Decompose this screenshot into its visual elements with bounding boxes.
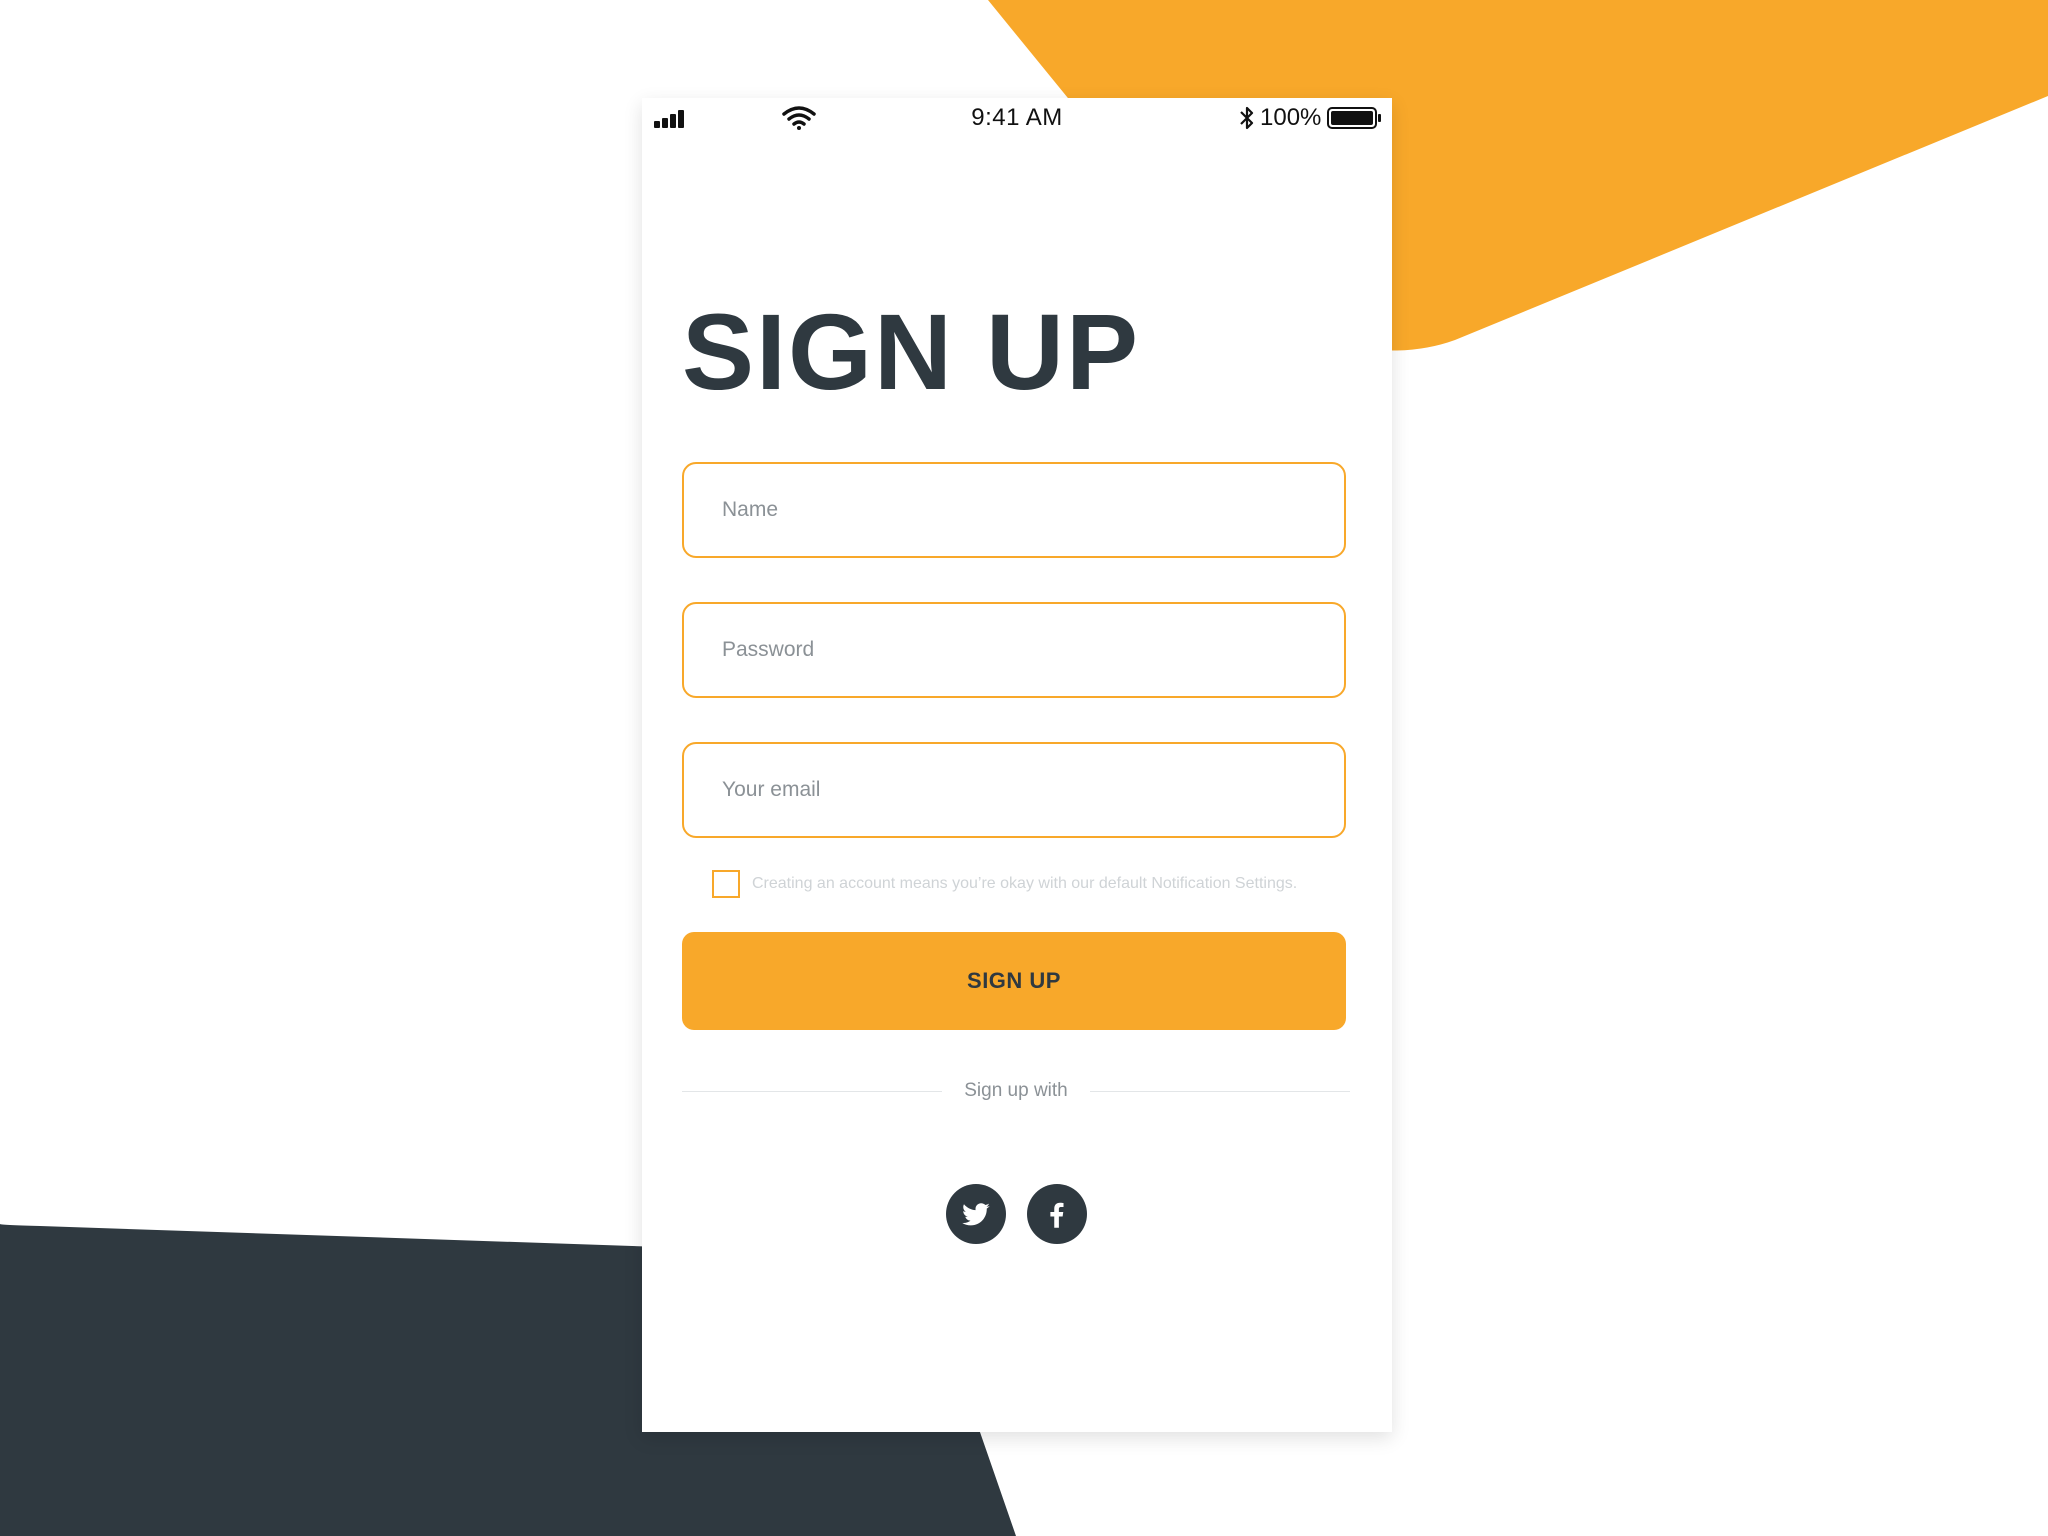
email-field bbox=[682, 742, 1346, 838]
name-input[interactable] bbox=[684, 464, 1344, 556]
email-input[interactable] bbox=[684, 744, 1344, 836]
twitter-button[interactable] bbox=[946, 1184, 1006, 1244]
password-input[interactable] bbox=[684, 604, 1344, 696]
divider-line-right bbox=[1090, 1091, 1350, 1092]
sign-up-with-label: Sign up with bbox=[964, 1080, 1068, 1101]
terms-row: Creating an account means you’re okay wi… bbox=[712, 870, 1352, 902]
password-field bbox=[682, 602, 1346, 698]
sign-up-button[interactable]: SIGN UP bbox=[682, 932, 1346, 1030]
battery-percentage: 100% bbox=[1260, 104, 1322, 131]
status-bar: 9:41 AM 100% bbox=[642, 98, 1392, 138]
terms-text: Creating an account means you’re okay wi… bbox=[752, 875, 1298, 892]
facebook-icon bbox=[1050, 1202, 1064, 1228]
page-title: SIGN UP bbox=[682, 291, 1141, 412]
divider-line-left bbox=[682, 1091, 942, 1092]
terms-checkbox[interactable] bbox=[712, 870, 740, 898]
battery-icon bbox=[1327, 107, 1381, 129]
name-field bbox=[682, 462, 1346, 558]
social-divider: Sign up with bbox=[682, 1078, 1350, 1108]
app-stage: 9:41 AM 100% SIGN UP Creating an account… bbox=[0, 0, 2048, 1536]
twitter-icon bbox=[962, 1203, 990, 1226]
bluetooth-icon bbox=[1240, 106, 1254, 130]
facebook-button[interactable] bbox=[1027, 1184, 1087, 1244]
phone-screen: 9:41 AM 100% SIGN UP Creating an account… bbox=[642, 98, 1392, 1432]
